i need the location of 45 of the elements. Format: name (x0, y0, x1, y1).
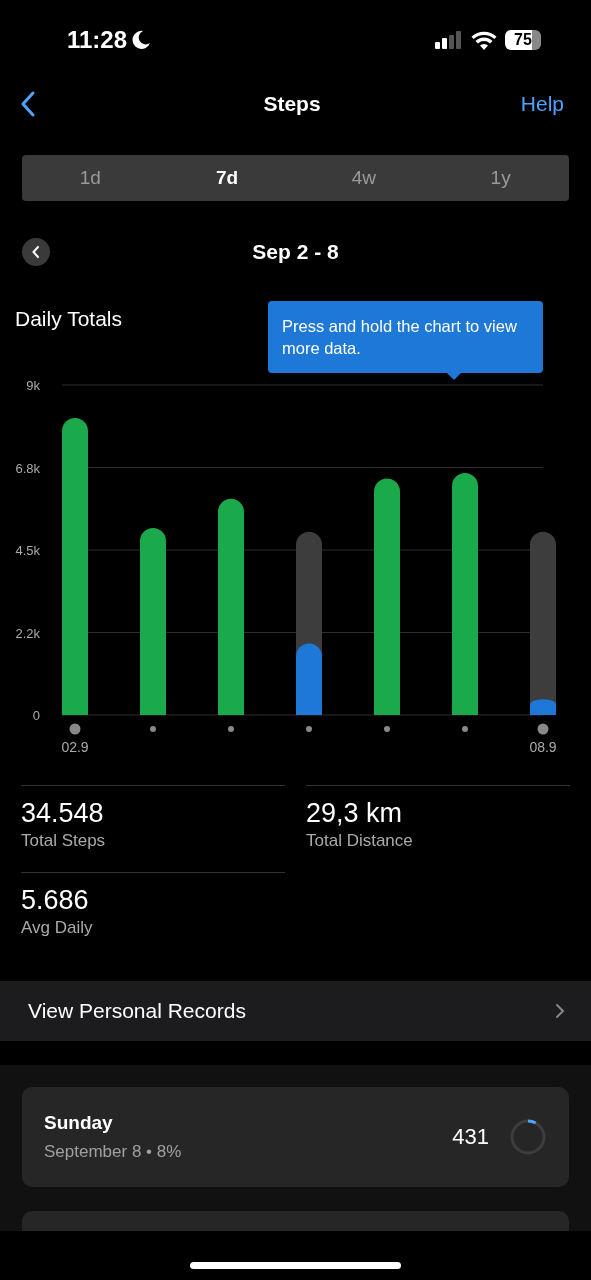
stat-value: 34.548 (21, 798, 105, 829)
axis-label: 9k (26, 378, 40, 393)
day-card[interactable] (22, 1211, 569, 1231)
day-dot (228, 726, 234, 732)
chevron-left-icon (31, 245, 41, 259)
personal-records-row[interactable]: View Personal Records (0, 981, 591, 1041)
help-link[interactable]: Help (520, 92, 564, 116)
wifi-icon (471, 30, 497, 50)
axis-label: 08.9 (529, 739, 557, 755)
chart-title: Daily Totals (15, 307, 122, 331)
day-dot (306, 726, 312, 732)
back-icon (20, 91, 36, 117)
range-tab[interactable]: 7d (158, 155, 296, 201)
tooltip: Press and hold the chart to view more data. (268, 301, 543, 373)
stat-value: 5.686 (21, 885, 90, 916)
signal-icon (435, 31, 463, 49)
chevron-icon (555, 1003, 565, 1019)
day-dot (69, 723, 81, 735)
day-dot (462, 726, 468, 732)
axis-label: 4.5k (15, 543, 40, 558)
day-dot (537, 723, 549, 735)
step-count: 431 (452, 1124, 489, 1150)
day-dot (384, 726, 390, 732)
axis-label: 02.9 (61, 739, 89, 755)
battery-indicator: 75 (505, 30, 541, 50)
previous-button[interactable] (22, 238, 50, 266)
range-tab[interactable]: 4w (295, 155, 433, 201)
stat-label: Total Steps (21, 831, 107, 851)
date-range: Sep 2 - 8 (252, 240, 339, 264)
range-tab[interactable]: 1d (22, 155, 159, 201)
moon-icon (131, 30, 152, 50)
range-tab[interactable]: 1y (432, 155, 569, 201)
day-name: Sunday (44, 1112, 114, 1134)
stat-label: Avg Daily (21, 918, 94, 938)
day-card[interactable]: Sunday September 8 • 8% 431 (22, 1087, 569, 1187)
page-title: Steps (263, 92, 321, 116)
status-time: 11:28 (67, 26, 128, 54)
stat-label: Total Distance (306, 831, 414, 851)
stat-value: 29,3 km (306, 798, 404, 829)
progress-ring (509, 1118, 547, 1156)
day-dot (150, 726, 156, 732)
axis-label: 6.8k (15, 460, 40, 476)
day-detail: September 8 • 8% (44, 1142, 182, 1162)
axis-label: 0 (32, 708, 40, 723)
axis-label: 2.2k (15, 625, 40, 641)
